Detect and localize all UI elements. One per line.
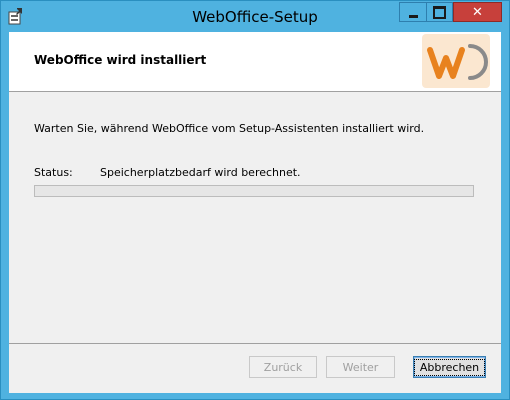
setup-window: WebOffice-Setup ✕ WebOffice wird install… [0,0,510,400]
footer-divider [9,343,501,344]
status-label: Status: [34,166,73,179]
cancel-button-label: Abbrechen [413,358,486,376]
description-text: Warten Sie, während WebOffice vom Setup-… [34,122,425,135]
minimize-icon [408,14,418,18]
weboffice-logo [422,34,490,88]
page-title: WebOffice wird installiert [34,53,207,67]
dialog-body: WebOffice wird installiert Warten Sie, w… [9,32,501,393]
title-bar[interactable]: WebOffice-Setup ✕ [1,1,509,32]
close-icon: ✕ [472,4,483,20]
maximize-button[interactable] [426,2,453,22]
progress-bar [34,185,474,197]
status-value: Speicherplatzbedarf wird berechnet. [100,166,301,179]
cancel-button[interactable]: Abbrechen [413,356,486,378]
back-button[interactable]: Zurück [249,356,317,378]
close-button[interactable]: ✕ [453,2,502,22]
maximize-icon [433,5,446,19]
next-button[interactable]: Weiter [326,356,395,378]
minimize-button[interactable] [399,2,426,22]
header-banner: WebOffice wird installiert [9,32,501,92]
